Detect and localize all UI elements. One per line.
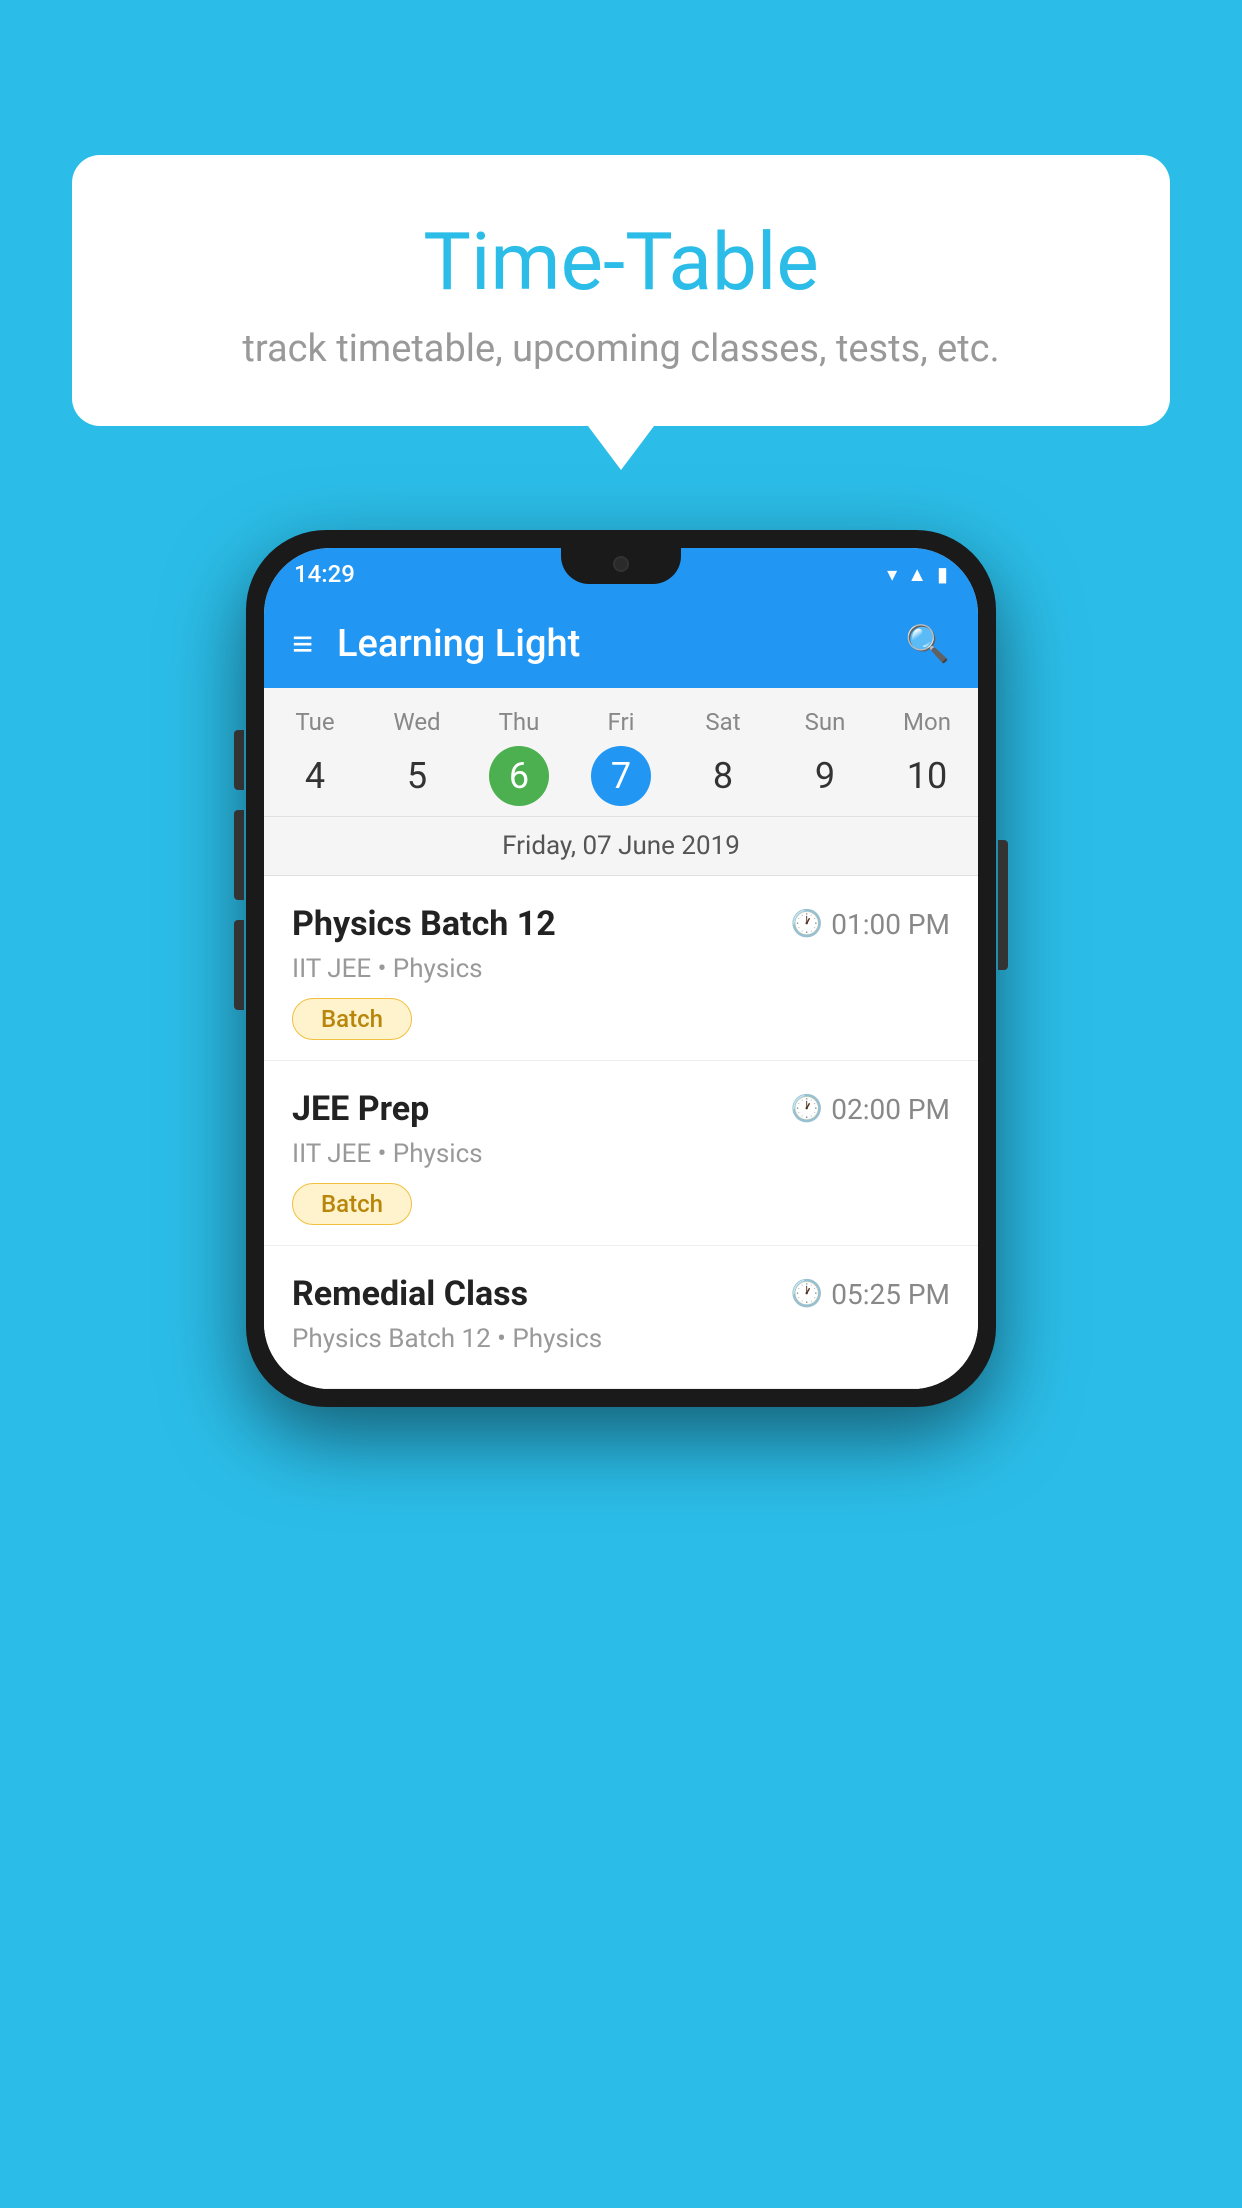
calendar-day-col[interactable]: Wed 5 [372, 708, 462, 806]
cal-day-number[interactable]: 5 [387, 746, 447, 806]
class-card[interactable]: JEE Prep 🕐 02:00 PM IIT JEE • Physics Batch [264, 1061, 978, 1246]
cal-day-name: Sun [805, 708, 846, 736]
status-icons: ▾ ▲ ▮ [887, 562, 948, 587]
cal-day-number[interactable]: 10 [897, 746, 957, 806]
notch-camera [613, 556, 629, 572]
cal-day-name: Mon [903, 708, 951, 736]
side-button-vol-up[interactable] [234, 810, 244, 900]
class-meta: IIT JEE • Physics [292, 1139, 950, 1169]
cal-day-name: Sat [705, 708, 740, 736]
class-card[interactable]: Physics Batch 12 🕐 01:00 PM IIT JEE • Physi… [264, 876, 978, 1061]
calendar-day-col[interactable]: Fri 7 [576, 708, 666, 806]
cal-day-number[interactable]: 8 [693, 746, 753, 806]
selected-date-label: Friday, 07 June 2019 [264, 817, 978, 876]
calendar-day-col[interactable]: Tue 4 [270, 708, 360, 806]
calendar-day-col[interactable]: Sat 8 [678, 708, 768, 806]
phone-notch [561, 548, 681, 584]
time-text: 02:00 PM [831, 1093, 950, 1126]
wifi-icon: ▾ [887, 562, 897, 586]
battery-icon: ▮ [937, 562, 948, 586]
app-bar: ≡ Learning Light 🔍 [264, 600, 978, 688]
signal-icon: ▲ [907, 562, 927, 587]
phone-mockup: 14:29 ▾ ▲ ▮ ≡ Learning Light 🔍 Tue 4 Wed 5 [246, 530, 996, 1407]
status-time: 14:29 [294, 560, 355, 588]
class-name: Physics Batch 12 [292, 904, 556, 944]
cal-day-name: Wed [393, 708, 440, 736]
clock-icon: 🕐 [791, 909, 823, 939]
classes-list: Physics Batch 12 🕐 01:00 PM IIT JEE • Physi… [264, 876, 978, 1389]
class-time: 🕐 02:00 PM [791, 1093, 950, 1126]
menu-icon[interactable]: ≡ [292, 623, 313, 665]
class-time: 🕐 05:25 PM [791, 1278, 950, 1311]
clock-icon: 🕐 [791, 1094, 823, 1124]
cal-day-name: Tue [295, 708, 334, 736]
time-text: 05:25 PM [831, 1278, 950, 1311]
cal-day-number[interactable]: 7 [591, 746, 651, 806]
calendar-day-col[interactable]: Thu 6 [474, 708, 564, 806]
side-button-vol-indicator [234, 730, 244, 790]
batch-badge: Batch [292, 998, 412, 1040]
status-bar: 14:29 ▾ ▲ ▮ [264, 548, 978, 600]
batch-badge: Batch [292, 1183, 412, 1225]
class-meta: Physics Batch 12 • Physics [292, 1324, 950, 1354]
class-name: JEE Prep [292, 1089, 429, 1129]
class-name: Remedial Class [292, 1274, 528, 1314]
side-button-vol-down[interactable] [234, 920, 244, 1010]
cal-day-number[interactable]: 6 [489, 746, 549, 806]
class-time: 🕐 01:00 PM [791, 908, 950, 941]
phone-screen: 14:29 ▾ ▲ ▮ ≡ Learning Light 🔍 Tue 4 Wed 5 [264, 548, 978, 1389]
bubble-subtitle: track timetable, upcoming classes, tests… [132, 327, 1110, 371]
class-card[interactable]: Remedial Class 🕐 05:25 PM Physics Batch 12 … [264, 1246, 978, 1389]
search-icon[interactable]: 🔍 [905, 623, 950, 665]
cal-day-number[interactable]: 9 [795, 746, 855, 806]
time-text: 01:00 PM [831, 908, 950, 941]
app-title: Learning Light [337, 622, 881, 666]
side-button-power[interactable] [998, 840, 1008, 970]
bubble-title: Time-Table [132, 215, 1110, 309]
speech-bubble-section: Time-Table track timetable, upcoming cla… [72, 155, 1170, 426]
clock-icon: 🕐 [791, 1279, 823, 1309]
cal-day-number[interactable]: 4 [285, 746, 345, 806]
calendar-week: Tue 4 Wed 5 Thu 6 Fri 7 Sat 8 Sun 9 Mon 10 [264, 688, 978, 817]
speech-bubble: Time-Table track timetable, upcoming cla… [72, 155, 1170, 426]
cal-day-name: Thu [499, 708, 540, 736]
calendar-day-col[interactable]: Sun 9 [780, 708, 870, 806]
calendar-day-col[interactable]: Mon 10 [882, 708, 972, 806]
cal-day-name: Fri [608, 708, 635, 736]
phone-outer: 14:29 ▾ ▲ ▮ ≡ Learning Light 🔍 Tue 4 Wed 5 [246, 530, 996, 1407]
class-meta: IIT JEE • Physics [292, 954, 950, 984]
